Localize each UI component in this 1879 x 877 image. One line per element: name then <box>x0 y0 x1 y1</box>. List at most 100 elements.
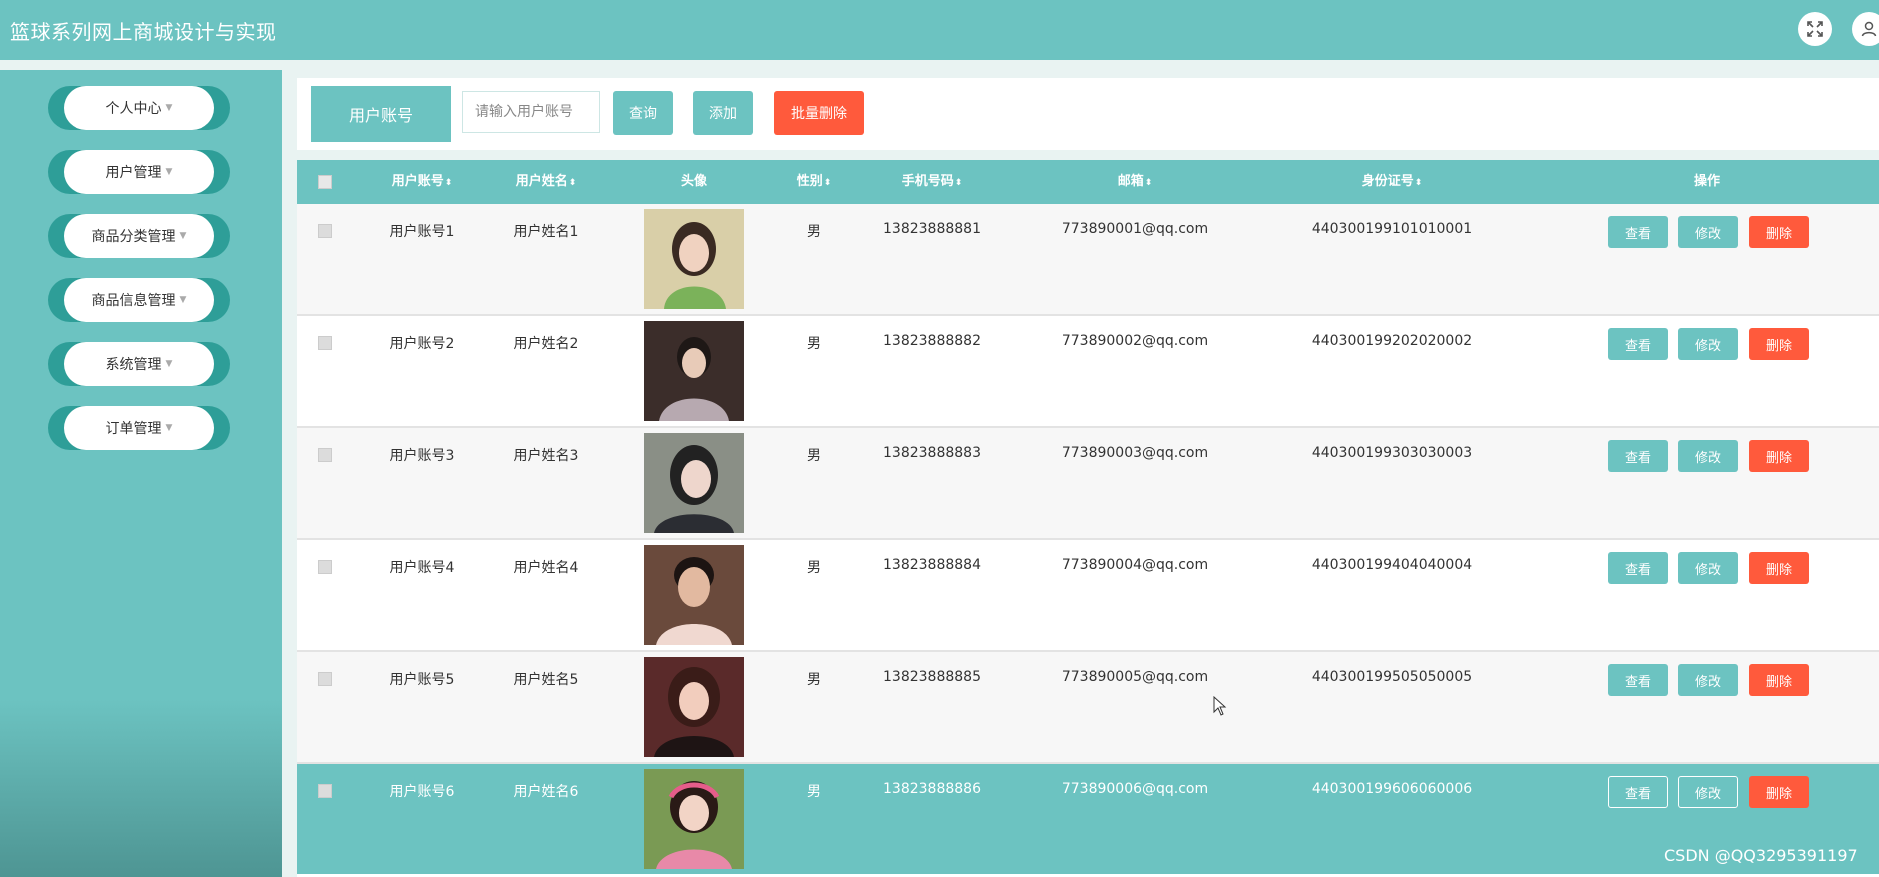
sidebar-pill[interactable]: 个人中心 ▼ <box>64 86 214 130</box>
sidebar-pill[interactable]: 商品分类管理 ▼ <box>64 214 214 258</box>
sidebar-pill[interactable]: 商品信息管理 ▼ <box>64 278 214 322</box>
view-button[interactable]: 查看 <box>1608 440 1668 472</box>
edit-button[interactable]: 修改 <box>1678 216 1738 248</box>
sidebar-pill[interactable]: 系统管理 ▼ <box>64 342 214 386</box>
column-header-label: 性别 <box>796 174 823 189</box>
cell-email: 773890001@qq.com <box>1061 221 1209 237</box>
cell-account: 用户账号6 <box>389 784 455 800</box>
sidebar: 个人中心 ▼ 用户管理 ▼ 商品分类管理 ▼ 商品信息管理 ▼ 系统管理 ▼ 订单管理 ▼ <box>0 70 282 877</box>
avatar <box>644 209 744 309</box>
user-icon-svg <box>1861 21 1877 37</box>
column-header-idcard[interactable]: 身份证号⬍ <box>1327 160 1457 204</box>
table-row[interactable]: 用户账号4 用户姓名4 男 13823888884 773890004@qq.c… <box>297 540 1879 652</box>
view-button[interactable]: 查看 <box>1608 328 1668 360</box>
caret-down-icon: ▼ <box>179 231 187 241</box>
cell-gender: 男 <box>807 224 821 240</box>
sidebar-item-system-management[interactable]: 系统管理 ▼ <box>48 342 230 386</box>
avatar-image <box>644 321 744 421</box>
view-button[interactable]: 查看 <box>1608 664 1668 696</box>
delete-button[interactable]: 删除 <box>1749 216 1809 248</box>
row-checkbox[interactable] <box>318 224 332 238</box>
row-checkbox[interactable] <box>318 336 332 350</box>
search-panel: 用户账号 查询 添加 批量删除 <box>297 78 1879 150</box>
caret-down-icon: ▼ <box>179 295 187 305</box>
edit-button[interactable]: 修改 <box>1678 776 1738 808</box>
avatar <box>644 545 744 645</box>
delete-button[interactable]: 删除 <box>1749 328 1809 360</box>
column-header-gender[interactable]: 性别⬍ <box>789 160 839 204</box>
cell-phone: 13823888881 <box>883 221 981 237</box>
search-input[interactable] <box>462 91 600 133</box>
mouse-cursor-icon <box>1213 695 1227 720</box>
edit-button[interactable]: 修改 <box>1678 552 1738 584</box>
table-row[interactable]: 用户账号3 用户姓名3 男 13823888883 773890003@qq.c… <box>297 428 1879 540</box>
delete-button[interactable]: 删除 <box>1749 552 1809 584</box>
column-header-avatar: 头像 <box>680 174 707 189</box>
delete-button[interactable]: 删除 <box>1749 440 1809 472</box>
cell-email: 773890004@qq.com <box>1061 557 1209 573</box>
sidebar-item-label: 商品信息管理 <box>91 293 176 309</box>
column-header-label: 手机号码 <box>901 174 954 189</box>
fullscreen-icon[interactable] <box>1798 12 1832 46</box>
avatar-image <box>644 769 744 869</box>
query-button[interactable]: 查询 <box>613 91 673 135</box>
table-row[interactable]: 用户账号6 用户姓名6 男 13823888886 773890006@qq.c… <box>297 764 1879 874</box>
cell-idcard: 440300199505050005 <box>1311 669 1473 685</box>
sidebar-item-label: 系统管理 <box>105 357 162 373</box>
edit-button[interactable]: 修改 <box>1678 440 1738 472</box>
caret-down-icon: ▼ <box>165 359 173 369</box>
caret-down-icon: ▼ <box>165 167 173 177</box>
view-button[interactable]: 查看 <box>1608 552 1668 584</box>
app-title: 篮球系列网上商城设计与实现 <box>10 20 277 44</box>
user-icon[interactable] <box>1852 12 1879 46</box>
delete-button[interactable]: 删除 <box>1749 776 1809 808</box>
row-checkbox[interactable] <box>318 560 332 574</box>
table-row[interactable]: 用户账号2 用户姓名2 男 13823888882 773890002@qq.c… <box>297 316 1879 428</box>
cell-email: 773890003@qq.com <box>1061 445 1209 461</box>
row-checkbox[interactable] <box>318 672 332 686</box>
sidebar-item-category-management[interactable]: 商品分类管理 ▼ <box>48 214 230 258</box>
cell-name: 用户姓名3 <box>513 448 579 464</box>
delete-button[interactable]: 删除 <box>1749 664 1809 696</box>
view-button[interactable]: 查看 <box>1608 216 1668 248</box>
column-header-account[interactable]: 用户账号⬍ <box>367 160 477 204</box>
add-button[interactable]: 添加 <box>693 91 753 135</box>
cell-phone: 13823888884 <box>883 557 981 573</box>
edit-button[interactable]: 修改 <box>1678 328 1738 360</box>
batch-delete-button[interactable]: 批量删除 <box>774 91 864 135</box>
sort-icon: ⬍ <box>1144 178 1153 188</box>
sort-icon: ⬍ <box>1414 178 1423 188</box>
avatar-image <box>644 433 744 533</box>
sidebar-pill[interactable]: 订单管理 ▼ <box>64 406 214 450</box>
avatar <box>644 657 744 757</box>
sidebar-item-product-management[interactable]: 商品信息管理 ▼ <box>48 278 230 322</box>
row-checkbox[interactable] <box>318 448 332 462</box>
view-button[interactable]: 查看 <box>1608 776 1668 808</box>
caret-down-icon: ▼ <box>165 423 173 433</box>
avatar-image <box>644 209 744 309</box>
cell-name: 用户姓名2 <box>513 336 579 352</box>
row-checkbox[interactable] <box>318 784 332 798</box>
cell-name: 用户姓名5 <box>513 672 579 688</box>
sidebar-item-label: 商品分类管理 <box>91 229 176 245</box>
sidebar-item-label: 个人中心 <box>105 101 162 117</box>
table-row[interactable]: 用户账号5 用户姓名5 男 13823888885 773890005@qq.c… <box>297 652 1879 764</box>
cell-name: 用户姓名1 <box>513 224 579 240</box>
table-row[interactable]: 用户账号1 用户姓名1 男 13823888881 773890001@qq.c… <box>297 204 1879 316</box>
cell-idcard: 440300199202020002 <box>1311 333 1473 349</box>
sidebar-item-personal-center[interactable]: 个人中心 ▼ <box>48 86 230 130</box>
column-header-label: 邮箱 <box>1117 174 1144 189</box>
sidebar-item-user-management[interactable]: 用户管理 ▼ <box>48 150 230 194</box>
column-header-phone[interactable]: 手机号码⬍ <box>877 160 987 204</box>
sort-icon: ⬍ <box>568 178 577 188</box>
column-header-name[interactable]: 用户姓名⬍ <box>491 160 601 204</box>
sidebar-pill[interactable]: 用户管理 ▼ <box>64 150 214 194</box>
column-header-email[interactable]: 邮箱⬍ <box>1080 160 1190 204</box>
cell-phone: 13823888883 <box>883 445 981 461</box>
sidebar-item-label: 用户管理 <box>105 165 162 181</box>
edit-button[interactable]: 修改 <box>1678 664 1738 696</box>
select-all-checkbox[interactable] <box>318 175 332 189</box>
avatar-image <box>644 545 744 645</box>
sidebar-item-order-management[interactable]: 订单管理 ▼ <box>48 406 230 450</box>
cell-email: 773890005@qq.com <box>1061 669 1209 685</box>
